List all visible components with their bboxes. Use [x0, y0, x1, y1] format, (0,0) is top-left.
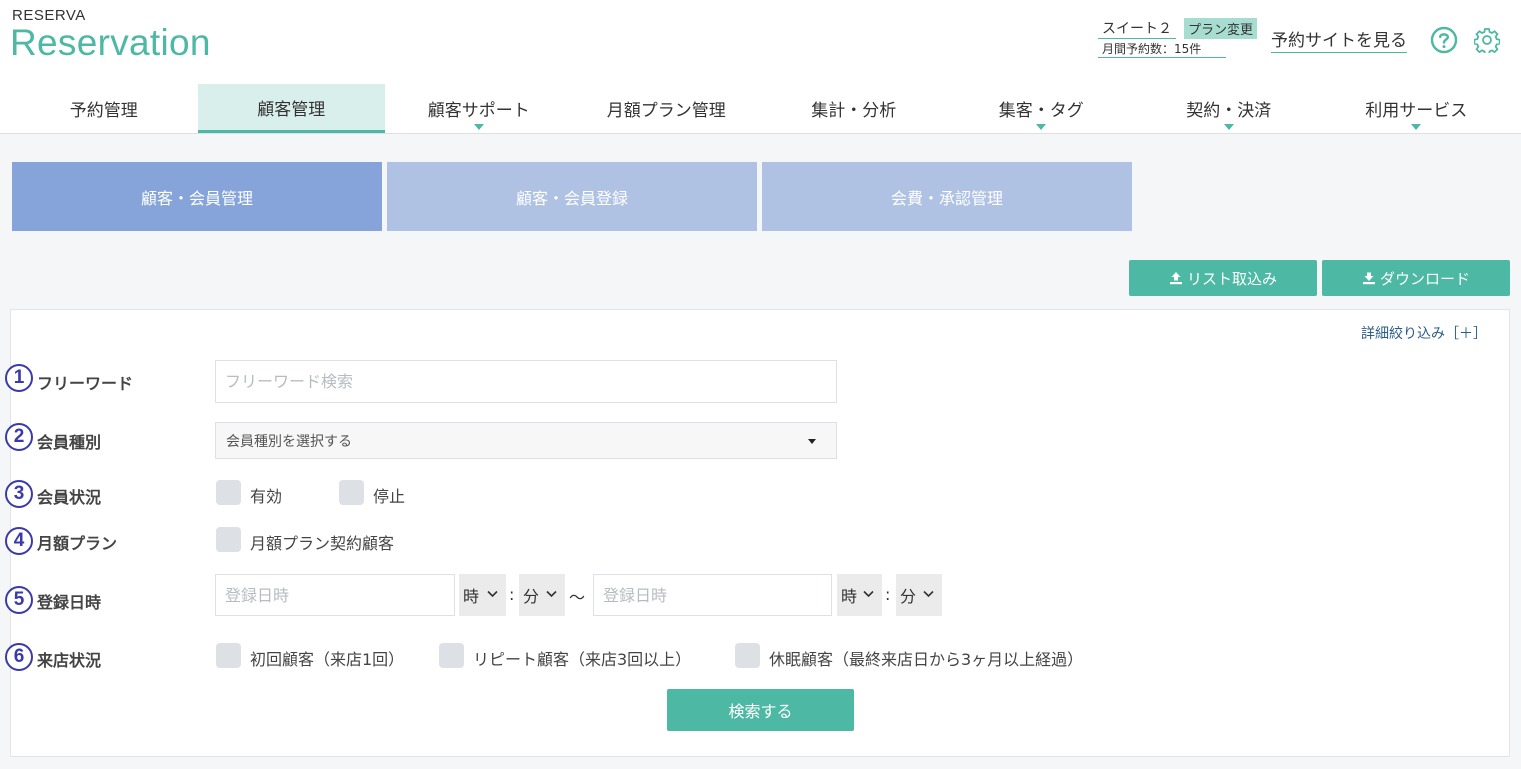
member-type-select[interactable]: 会員種別を選択する [215, 422, 837, 459]
caret-down-icon [473, 124, 484, 130]
row-number: 4 [5, 527, 33, 555]
nav-monthly-plan[interactable]: 月額プラン管理 [573, 84, 761, 133]
minute-label: 分 [900, 587, 917, 606]
nav-label: 集客・タグ [998, 101, 1084, 121]
logo[interactable]: Reservation [10, 22, 211, 64]
visit-repeat-checkbox[interactable] [439, 643, 464, 668]
plan-name: スイート２ [1098, 18, 1176, 39]
import-list-label: リスト取込み [1186, 269, 1277, 288]
monthly-reservation-count: 月間予約数：15件 [1098, 40, 1226, 58]
free-word-input[interactable] [215, 360, 837, 403]
chevron-down-icon [487, 590, 498, 598]
chevron-down-icon [546, 590, 557, 598]
registered-date-from-input[interactable] [215, 574, 455, 616]
row-label: 登録日時 [37, 593, 102, 612]
minute-to-select[interactable]: 分 [896, 574, 942, 616]
nav-label: 予約管理 [69, 101, 138, 121]
subtab-fee-approval[interactable]: 会費・承認管理 [762, 162, 1132, 231]
nav-label: 顧客サポート [427, 101, 530, 121]
hour-to-select[interactable]: 時 [837, 574, 882, 616]
nav-reservation[interactable]: 予約管理 [10, 84, 198, 133]
minute-from-select[interactable]: 分 [519, 574, 565, 616]
visit-dormant-checkbox[interactable] [735, 643, 760, 668]
checkbox-label: 月額プラン契約顧客 [250, 534, 395, 553]
nav-analytics[interactable]: 集計・分析 [760, 84, 948, 133]
nav-customer-support[interactable]: 顧客サポート [385, 84, 573, 133]
nav-services[interactable]: 利用サービス [1323, 84, 1511, 133]
checkbox-label: リピート顧客（来店3回以上） [473, 650, 692, 669]
upload-icon [1169, 272, 1182, 285]
hour-from-select[interactable]: 時 [459, 574, 506, 616]
member-type-select-value: 会員種別を選択する [226, 433, 352, 450]
visit-first-checkbox[interactable] [216, 643, 241, 668]
chevron-down-icon [863, 590, 874, 598]
nav-label: 月額プラン管理 [606, 101, 726, 121]
minute-label: 分 [523, 587, 540, 606]
nav-label: 集計・分析 [811, 101, 897, 121]
download-button[interactable]: ダウンロード [1322, 260, 1510, 296]
row-number: 3 [5, 480, 33, 508]
search-panel: 詳細絞り込み［＋］ 1 フリーワード 2 会員種別 会員種別を選択する 3 会員… [5, 309, 1510, 757]
subtab-customer-registration[interactable]: 顧客・会員登録 [387, 162, 757, 231]
row-label: フリーワード [37, 374, 134, 393]
question-circle-icon[interactable] [1430, 26, 1458, 54]
subtab-customer-management[interactable]: 顧客・会員管理 [12, 162, 382, 231]
range-separator: 〜 [569, 588, 586, 607]
checkbox-label: 初回顧客（来店1回） [250, 650, 405, 669]
row-label: 会員種別 [37, 433, 102, 452]
row-number: 2 [5, 423, 33, 451]
caret-down-icon [808, 439, 816, 444]
plan-info: スイート２ プラン変更 月間予約数：15件 [1098, 17, 1258, 58]
row-number: 6 [5, 643, 33, 671]
gear-icon[interactable] [1474, 27, 1500, 53]
plan-change-button[interactable]: プラン変更 [1184, 17, 1258, 39]
search-button[interactable]: 検索する [667, 689, 854, 731]
row-label: 会員状況 [37, 488, 102, 507]
nav-label: 顧客管理 [257, 99, 326, 120]
download-icon [1362, 272, 1375, 285]
row-number: 5 [5, 586, 33, 614]
main-nav: 予約管理 顧客管理 顧客サポート 月額プラン管理 集計・分析 集客・タグ 契約・… [10, 84, 1510, 133]
checkbox-label: 休眠顧客（最終来店日から3ヶ月以上経過） [769, 650, 1084, 669]
header: RESERVA Reservation スイート２ プラン変更 月間予約数：15… [0, 0, 1521, 134]
status-active-checkbox[interactable] [216, 480, 241, 505]
chevron-down-icon [923, 590, 934, 598]
time-separator: : [509, 585, 515, 604]
nav-label: 契約・決済 [1186, 101, 1272, 121]
checkbox-label: 停止 [373, 487, 406, 506]
nav-contract[interactable]: 契約・決済 [1135, 84, 1323, 133]
caret-down-icon [1411, 124, 1422, 130]
detail-filter-toggle[interactable]: 詳細絞り込み［＋］ [1361, 323, 1487, 343]
hour-label: 時 [841, 587, 858, 606]
row-label: 来店状況 [37, 651, 102, 670]
row-number: 1 [5, 364, 33, 392]
nav-customer[interactable]: 顧客管理 [197, 84, 385, 133]
caret-down-icon [1036, 124, 1047, 130]
view-site-link[interactable]: 予約サイトを見る [1271, 26, 1407, 53]
monthly-plan-checkbox[interactable] [216, 527, 241, 552]
import-list-button[interactable]: リスト取込み [1129, 260, 1317, 296]
checkbox-label: 有効 [250, 487, 283, 506]
time-separator: : [885, 585, 891, 604]
download-label: ダウンロード [1379, 269, 1470, 288]
registered-date-to-input[interactable] [593, 574, 832, 616]
hour-label: 時 [463, 587, 480, 606]
row-label: 月額プラン [37, 534, 118, 553]
nav-marketing[interactable]: 集客・タグ [948, 84, 1136, 133]
status-stopped-checkbox[interactable] [339, 480, 364, 505]
caret-down-icon [1223, 124, 1234, 130]
nav-label: 利用サービス [1365, 101, 1468, 121]
